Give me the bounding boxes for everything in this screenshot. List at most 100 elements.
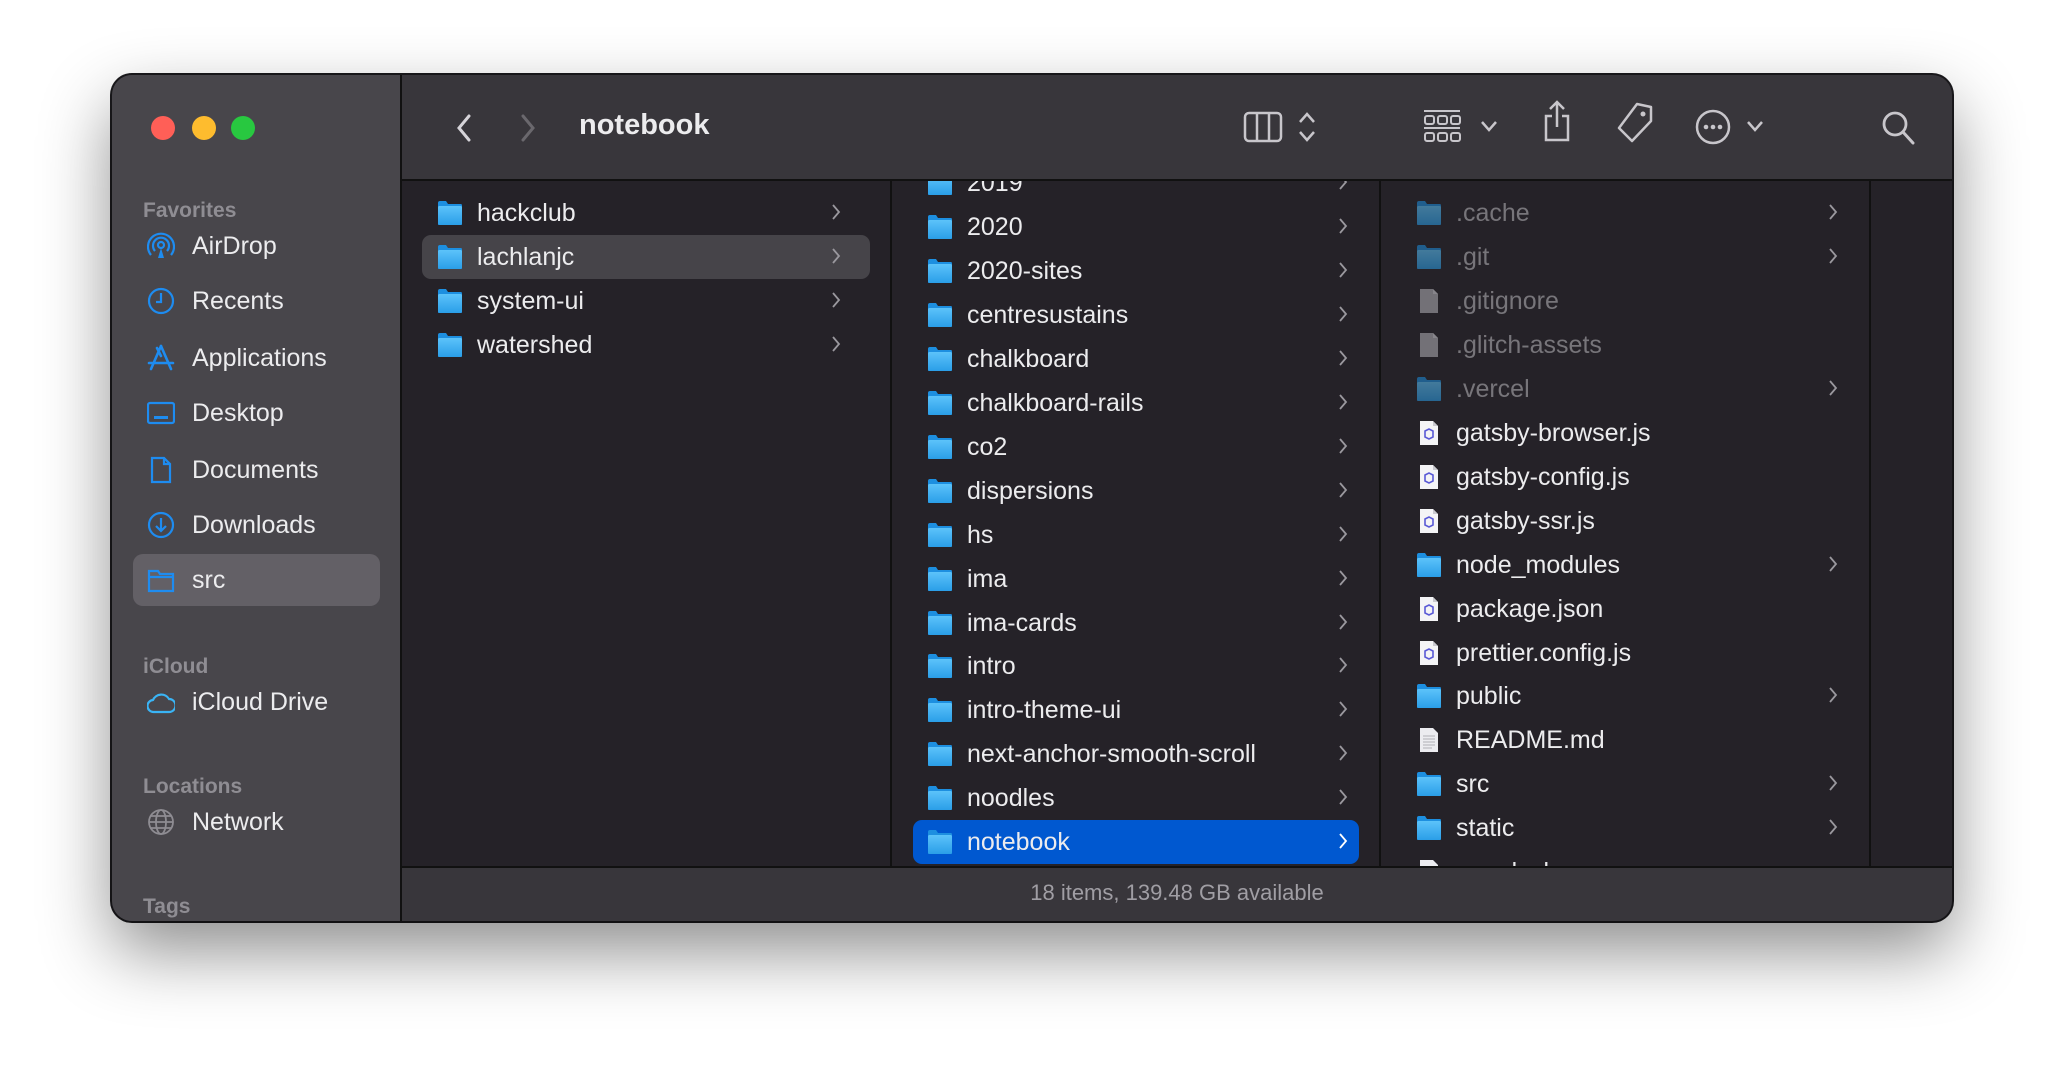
item-name: .vercel	[1456, 374, 1530, 403]
folder-row[interactable]: .git	[1401, 235, 1849, 279]
folder-row[interactable]: chalkboard	[913, 337, 1359, 381]
text-file-icon	[1420, 728, 1438, 753]
folder-row[interactable]: system-ui	[422, 279, 870, 323]
chevron-right-icon	[1829, 248, 1838, 264]
sidebar-item-desktop[interactable]: Desktop	[133, 387, 380, 439]
folder-row[interactable]: chalkboard-rails	[913, 381, 1359, 425]
status-bar: 18 items, 139.48 GB available	[402, 866, 1952, 921]
forward-button[interactable]	[518, 113, 538, 143]
folder-row[interactable]: next-anchor-smooth-scroll	[913, 732, 1359, 776]
file-row[interactable]: .gitignore	[1401, 279, 1849, 323]
document-icon	[150, 456, 172, 484]
folder-row[interactable]: 2020	[913, 205, 1359, 249]
sidebar-item-label: src	[192, 566, 226, 594]
folder-icon	[147, 569, 175, 593]
column-3[interactable]: .cache .git .gitignore .glitch-assets .verce…	[1381, 181, 1871, 867]
chevron-down-icon[interactable]	[1746, 119, 1764, 133]
folder-row[interactable]: static	[1401, 806, 1849, 850]
finder-window: Favorites AirDrop Recents Applications Deskt…	[112, 75, 1952, 921]
folder-icon	[928, 830, 952, 855]
folder-row[interactable]: watershed	[422, 323, 870, 367]
minimize-button[interactable]	[192, 116, 216, 140]
column-view-icon[interactable]	[1243, 111, 1283, 143]
file-row[interactable]: gatsby-browser.js	[1401, 411, 1849, 455]
item-name: static	[1456, 814, 1515, 843]
sidebar-item-network[interactable]: Network	[133, 796, 380, 848]
folder-icon	[928, 434, 952, 459]
file-row[interactable]: package.json	[1401, 587, 1849, 631]
sort-updown-icon[interactable]	[1297, 109, 1317, 145]
folder-row[interactable]: 2019	[913, 181, 1359, 205]
sidebar-item-src[interactable]: src	[133, 554, 380, 606]
chevron-right-icon	[1829, 556, 1838, 572]
column-1[interactable]: hackclub lachlanjc system-ui watershed	[402, 181, 892, 867]
folder-row[interactable]: 2020-sites	[913, 249, 1359, 293]
tag-icon[interactable]	[1615, 101, 1655, 145]
script-file-icon	[1420, 420, 1438, 445]
sidebar-item-documents[interactable]: Documents	[133, 444, 380, 496]
sidebar-item-label: AirDrop	[192, 232, 277, 260]
folder-row[interactable]: notebook	[913, 820, 1359, 865]
zoom-button[interactable]	[231, 116, 255, 140]
folder-row[interactable]: .cache	[1401, 191, 1849, 235]
chevron-down-icon[interactable]	[1480, 119, 1498, 133]
folder-icon	[928, 346, 952, 371]
folder-row[interactable]: centresustains	[913, 293, 1359, 337]
item-name: system-ui	[477, 286, 584, 315]
folder-row[interactable]: intro	[913, 644, 1359, 688]
folder-row[interactable]: node_modules	[1401, 543, 1849, 587]
item-name: ima	[967, 564, 1008, 593]
sidebar-item-label: Recents	[192, 287, 284, 315]
folder-row[interactable]: dispersions	[913, 469, 1359, 513]
sidebar-item-label: iCloud Drive	[192, 688, 329, 716]
file-row[interactable]: gatsby-config.js	[1401, 455, 1849, 499]
back-button[interactable]	[454, 113, 474, 143]
folder-row[interactable]: public	[1401, 674, 1849, 718]
file-row[interactable]: gatsby-ssr.js	[1401, 499, 1849, 543]
chevron-right-icon	[1339, 789, 1348, 805]
file-row[interactable]: README.md	[1401, 718, 1849, 762]
file-row[interactable]: .glitch-assets	[1401, 323, 1849, 367]
group-grid-icon[interactable]	[1422, 109, 1462, 145]
folder-row[interactable]: src	[1401, 762, 1849, 806]
file-icon	[1420, 288, 1438, 313]
sidebar-item-airdrop[interactable]: AirDrop	[133, 220, 380, 272]
folder-row[interactable]: ima-cards	[913, 601, 1359, 645]
folder-icon	[928, 390, 952, 415]
folder-icon	[928, 522, 952, 547]
chevron-right-icon	[1829, 687, 1838, 704]
chevron-right-icon	[1829, 775, 1838, 791]
column-2[interactable]: 2019 2020 2020-sites centresustains chalkboa…	[892, 181, 1381, 867]
sidebar-item-recents[interactable]: Recents	[133, 275, 380, 327]
folder-row[interactable]: co2	[913, 425, 1359, 469]
chevron-right-icon	[832, 292, 841, 308]
sidebar-item-downloads[interactable]: Downloads	[133, 499, 380, 551]
more-icon[interactable]	[1694, 108, 1732, 146]
file-row[interactable]: yarn.lock	[1401, 850, 1849, 867]
file-row[interactable]: prettier.config.js	[1401, 631, 1849, 675]
folder-row[interactable]: .vercel	[1401, 367, 1849, 411]
chevron-right-icon	[1829, 204, 1838, 220]
file-icon	[1420, 332, 1438, 357]
folder-row[interactable]: ima	[913, 557, 1359, 601]
item-name: hs	[967, 520, 994, 549]
sidebar-item-icloud-drive[interactable]: iCloud Drive	[133, 676, 380, 728]
folder-row[interactable]: hs	[913, 513, 1359, 557]
item-name: node_modules	[1456, 550, 1621, 579]
folder-row[interactable]: noodles	[913, 776, 1359, 820]
share-icon[interactable]	[1542, 99, 1572, 143]
folder-row[interactable]: hackclub	[422, 191, 870, 235]
folder-row[interactable]: lachlanjc	[422, 234, 870, 279]
chevron-right-icon	[1339, 262, 1348, 278]
search-icon[interactable]	[1880, 109, 1916, 147]
folder-row[interactable]: intro-theme-ui	[913, 688, 1359, 732]
folder-icon	[1417, 244, 1441, 269]
close-button[interactable]	[151, 116, 175, 140]
column-4[interactable]	[1871, 181, 1952, 867]
folder-icon	[1417, 201, 1441, 225]
folder-icon	[1417, 684, 1441, 709]
chevron-right-icon	[1339, 657, 1348, 674]
chevron-right-icon	[1339, 181, 1348, 190]
sidebar-item-applications[interactable]: Applications	[133, 332, 380, 384]
item-name: chalkboard	[967, 344, 1090, 373]
